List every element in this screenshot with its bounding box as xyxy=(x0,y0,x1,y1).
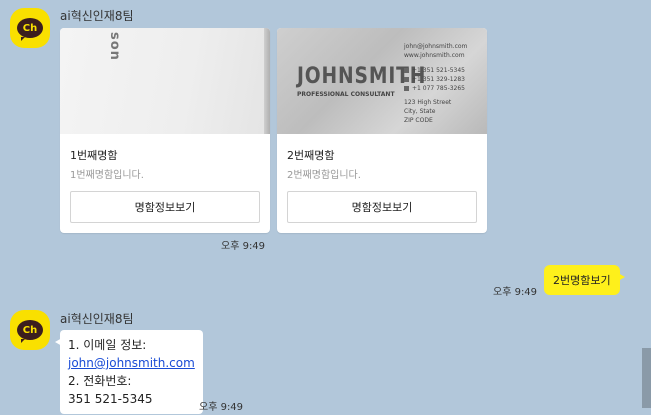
bot-avatar[interactable]: Ch xyxy=(10,8,50,48)
reply-phone-value: 351 521-5345 xyxy=(68,392,153,406)
sender-name-2: ai혁신인재8팀 xyxy=(60,312,134,326)
thumb-address-3: ZIP CODE xyxy=(404,117,433,124)
my-message-bubble[interactable]: 2번명함보기 xyxy=(544,265,625,295)
reply-email-label: 1. 이메일 정보: xyxy=(68,338,147,352)
card-1-thumbnail-text: son xyxy=(107,32,122,61)
scrollbar-thumb[interactable] xyxy=(642,348,651,408)
thumb-email: john@johnsmith.com xyxy=(404,43,468,50)
card-1-title: 1번째명함 xyxy=(70,149,118,162)
card-1-thumbnail: son xyxy=(60,28,270,134)
reply-phone-label: 2. 전화번호: xyxy=(68,374,132,388)
business-card-2: JOHNSMITH PROFESSIONAL CONSULTANT john@j… xyxy=(277,28,487,233)
thumb-web: www.johnsmith.com xyxy=(404,52,465,59)
message-time: 오후 9:49 xyxy=(221,241,266,252)
thumb-phone-3: +1 077 785-3265 xyxy=(404,85,465,92)
thumb-phone-2: +1 351 329-1283 xyxy=(404,76,465,83)
sender-name: ai혁신인재8팀 xyxy=(60,9,134,23)
thumb-phone-1: +1 351 521-5345 xyxy=(404,67,465,74)
reply-message-time: 오후 9:49 xyxy=(199,402,244,413)
business-card-1: son 1번째명함 1번째명함입니다. 명함정보보기 xyxy=(60,28,270,233)
my-message-time: 오후 9:49 xyxy=(493,287,538,298)
channel-icon: Ch xyxy=(17,320,43,343)
reply-email-link[interactable]: john@johnsmith.com xyxy=(68,356,195,370)
card-2-title: 2번째명함 xyxy=(287,149,335,162)
card-2-thumbnail: JOHNSMITH PROFESSIONAL CONSULTANT john@j… xyxy=(277,28,487,134)
channel-icon: Ch xyxy=(17,18,43,41)
card-2-view-info-button[interactable]: 명함정보보기 xyxy=(287,191,477,223)
reply-message-bubble: 1. 이메일 정보: john@johnsmith.com 2. 전화번호: 3… xyxy=(55,330,203,414)
card-1-description: 1번째명함입니다. xyxy=(70,170,144,181)
thumb-address-1: 123 High Street xyxy=(404,99,452,106)
thumb-address-2: City, State xyxy=(404,108,436,115)
bot-avatar-2[interactable]: Ch xyxy=(10,310,50,350)
card-2-description: 2번째명함입니다. xyxy=(287,170,361,181)
card-1-view-info-button[interactable]: 명함정보보기 xyxy=(70,191,260,223)
thumb-subtitle: PROFESSIONAL CONSULTANT xyxy=(297,91,395,98)
